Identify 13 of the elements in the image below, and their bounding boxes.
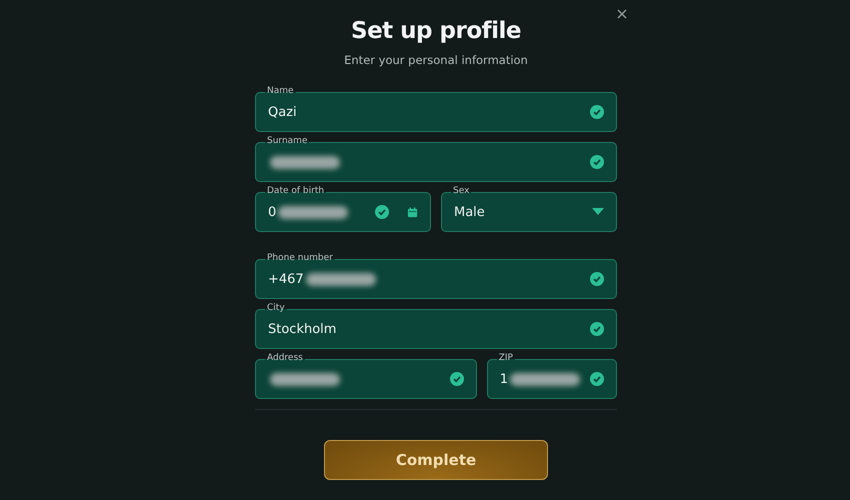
dropdown-caret-icon[interactable] <box>592 208 604 216</box>
close-icon[interactable] <box>617 9 627 19</box>
field-value: Qazi <box>268 104 297 120</box>
field-value: 1 <box>500 372 508 386</box>
field-value: Male <box>454 204 485 220</box>
dialog-title: Set up profile <box>351 18 521 44</box>
complete-button[interactable]: Complete <box>324 440 548 480</box>
calendar-icon[interactable] <box>407 206 418 218</box>
field-label: City <box>265 303 287 314</box>
field-value: Stockholm <box>268 322 336 336</box>
dialog-subtitle: Enter your personal information <box>344 53 528 67</box>
field-value: 0 <box>268 204 276 220</box>
field-value: +467 <box>268 272 304 286</box>
